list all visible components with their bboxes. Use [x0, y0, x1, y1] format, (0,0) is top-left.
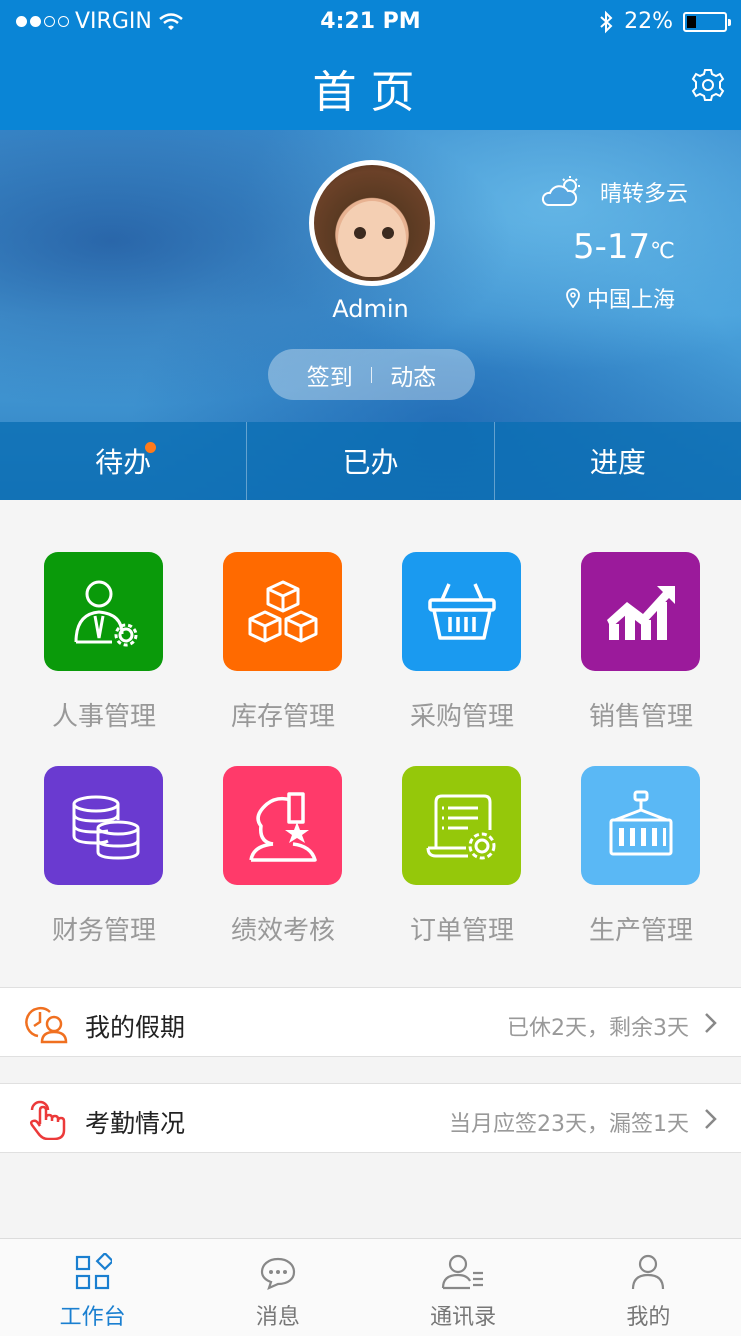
tab-me-label: 我的 [626, 1305, 671, 1330]
module-hr[interactable]: 人事管理 [0, 500, 180, 732]
module-purchase[interactable]: 采购管理 [358, 500, 538, 732]
weather-condition: 晴转多云 [600, 182, 689, 207]
location-pin-icon [566, 288, 580, 308]
bottom-tab-bar: 工作台 消息 通讯录 我的 [0, 1238, 741, 1336]
hr-tile[interactable] [44, 552, 163, 671]
status-right: 22% [598, 9, 731, 34]
task-tabs: 待办 已办 进度 [0, 422, 741, 500]
avatar[interactable] [309, 160, 435, 286]
tab-contacts[interactable]: 通讯录 [371, 1239, 556, 1336]
profile-icon [632, 1254, 665, 1290]
top-bar: VIRGIN 4:21 PM 22% 首页 [0, 0, 741, 130]
tab-messages-label: 消息 [255, 1305, 300, 1330]
chevron-right-icon [705, 1109, 717, 1129]
coins-icon [72, 795, 139, 860]
tab-messages[interactable]: 消息 [185, 1239, 370, 1336]
attendance-summary: 当月应签23天，漏签1天 [449, 1112, 689, 1137]
weather-widget: 晴转多云 5-17℃ 中国上海 [540, 175, 730, 313]
performance-tile[interactable] [223, 766, 342, 885]
person-gear-icon [74, 580, 137, 646]
leave-title: 我的假期 [85, 1013, 186, 1042]
battery-percent: 22% [624, 9, 673, 34]
chart-up-icon [606, 585, 675, 640]
chevron-right-icon [705, 1013, 717, 1033]
temperature: 5-17℃ [573, 227, 675, 267]
checkin-activity-pill: 签到 动态 [268, 349, 475, 400]
orders-tile[interactable] [402, 766, 521, 885]
module-production-label: 生产管理 [588, 916, 693, 946]
module-performance[interactable]: 绩效考核 [179, 714, 359, 946]
module-orders[interactable]: 订单管理 [358, 714, 538, 946]
status-bar: VIRGIN 4:21 PM 22% [0, 0, 741, 44]
sales-tile[interactable] [581, 552, 700, 671]
attendance-row[interactable]: 考勤情况 当月应签23天，漏签1天 [0, 1083, 741, 1153]
tab-workbench-label: 工作台 [59, 1305, 126, 1330]
tab-progress[interactable]: 进度 [493, 422, 741, 500]
workbench-grid-icon [75, 1253, 112, 1290]
tab-todo[interactable]: 待办 [0, 422, 246, 500]
inventory-tile[interactable] [223, 552, 342, 671]
page-title: 首页 [312, 67, 429, 118]
tab-contacts-label: 通讯录 [430, 1305, 497, 1330]
chat-bubble-icon [260, 1257, 295, 1291]
temperature-unit: ℃ [650, 239, 675, 264]
module-grid: 人事管理 库存管理 采购管理 销售管理 财务管理 绩效考核 订单管理 生产管理 [0, 500, 741, 987]
settings-gear-icon[interactable] [691, 68, 725, 102]
person-star-icon [248, 791, 317, 862]
leave-summary: 已休2天，剩余3天 [507, 1016, 689, 1041]
location-text: 中国上海 [587, 288, 676, 313]
pill-divider [370, 366, 373, 383]
tab-workbench[interactable]: 工作台 [0, 1239, 185, 1336]
partly-cloudy-icon [541, 176, 580, 206]
tab-progress-label: 进度 [589, 446, 646, 479]
tab-done[interactable]: 已办 [246, 422, 493, 500]
production-tile[interactable] [581, 766, 700, 885]
tab-done-label: 已办 [342, 446, 399, 479]
container-icon [609, 790, 672, 855]
bluetooth-icon [600, 10, 613, 33]
document-gear-icon [426, 794, 495, 859]
module-inventory[interactable]: 库存管理 [179, 500, 359, 732]
checkin-button[interactable]: 签到 [307, 358, 353, 392]
contacts-icon [442, 1254, 484, 1290]
tab-todo-label: 待办 [95, 446, 152, 479]
basket-icon [427, 582, 496, 640]
tap-hand-icon [29, 1100, 66, 1140]
module-production[interactable]: 生产管理 [537, 714, 717, 946]
module-sales[interactable]: 销售管理 [537, 500, 717, 732]
finance-tile[interactable] [44, 766, 163, 885]
module-finance[interactable]: 财务管理 [0, 714, 180, 946]
leave-row[interactable]: 我的假期 已休2天，剩余3天 [0, 987, 741, 1057]
boxes-icon [248, 580, 317, 642]
battery-icon [683, 11, 731, 32]
activity-button[interactable]: 动态 [390, 358, 436, 392]
tab-me[interactable]: 我的 [556, 1239, 741, 1336]
clock-person-icon [25, 1007, 68, 1044]
location: 中国上海 [565, 282, 675, 314]
purchase-tile[interactable] [402, 552, 521, 671]
temperature-range: 5-17 [573, 227, 651, 267]
weather-condition-row: 晴转多云 [540, 175, 730, 209]
attendance-title: 考勤情况 [85, 1109, 186, 1138]
profile-banner: Admin 签到 动态 晴转多云 5-17℃ 中国上海 待办 已办 进度 [0, 130, 741, 500]
notification-dot [145, 442, 156, 453]
